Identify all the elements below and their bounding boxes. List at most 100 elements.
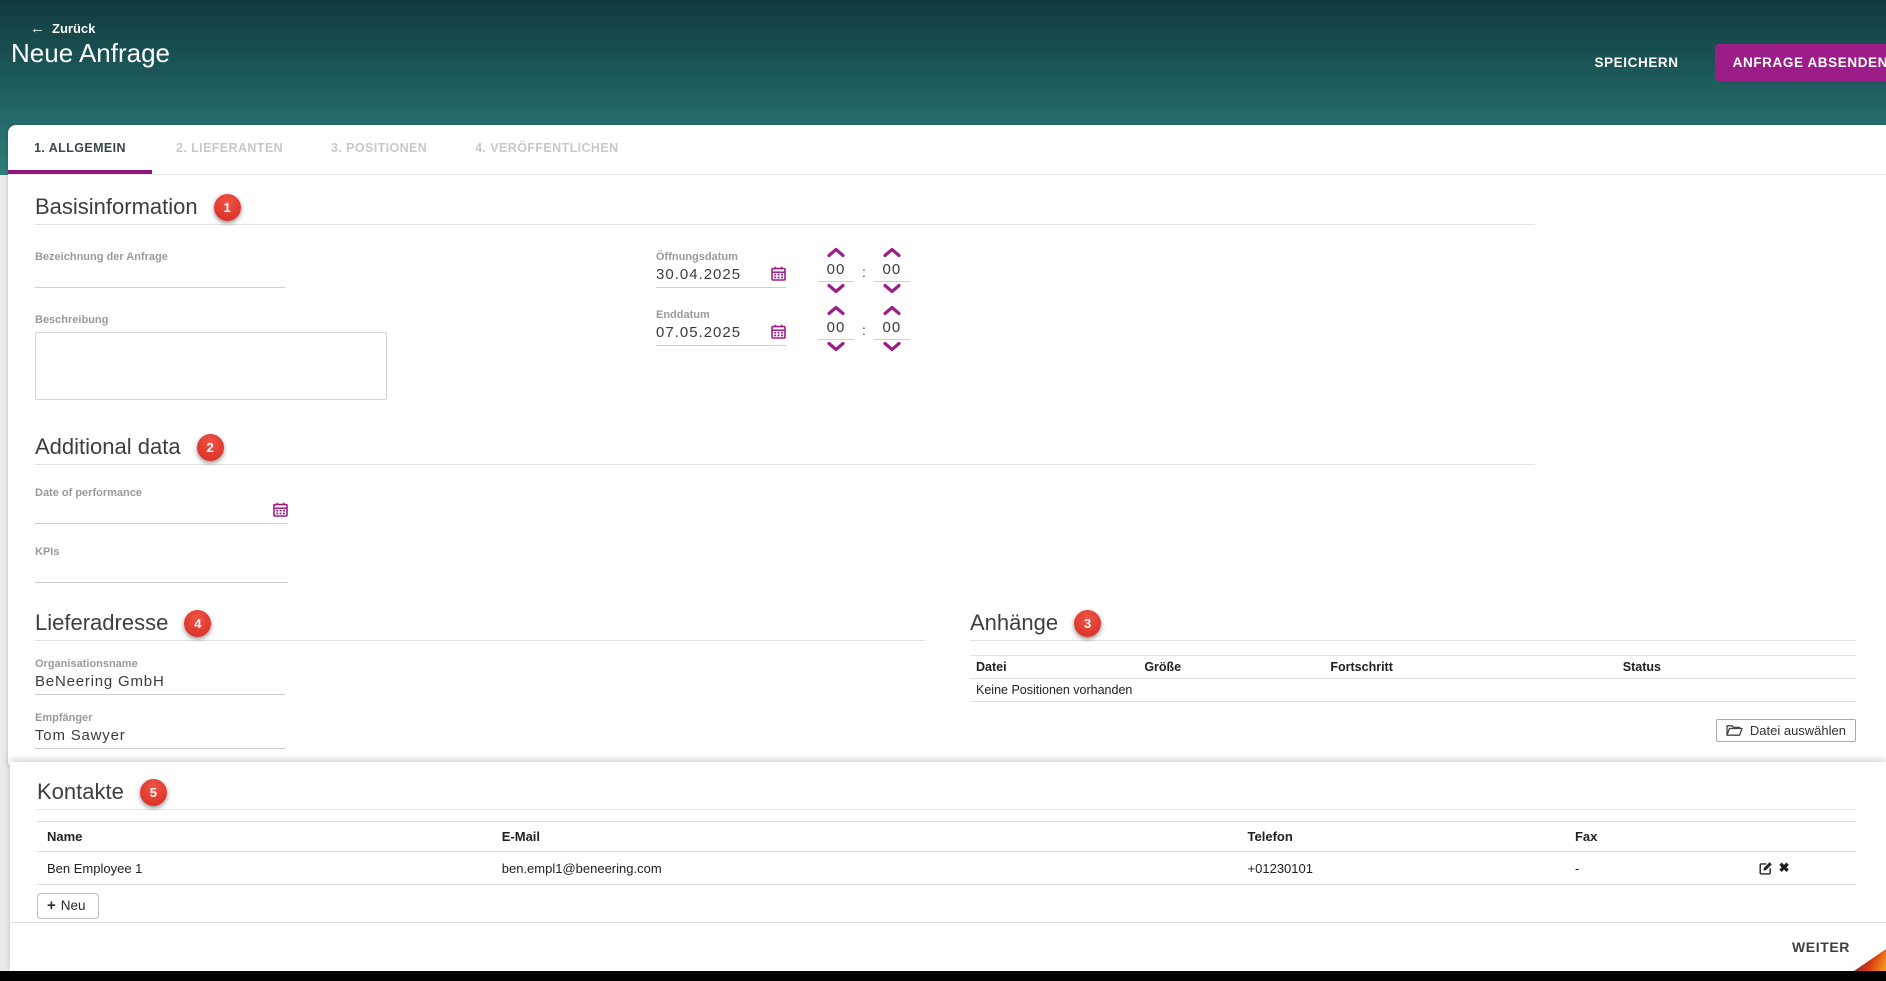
opening-minute-input[interactable]	[874, 259, 910, 282]
edit-contact-button[interactable]	[1759, 861, 1773, 875]
calendar-icon[interactable]	[273, 502, 288, 517]
section-title-basisinformation: Basisinformation	[35, 194, 198, 220]
tab-content: Basisinformation 1 Bezeichnung der Anfra…	[8, 175, 1886, 803]
section-title-additional-data: Additional data	[35, 434, 181, 460]
end-date-row: Enddatum	[656, 309, 912, 353]
opening-date-input[interactable]	[656, 263, 766, 284]
chevron-down-icon[interactable]	[882, 340, 902, 353]
tab-allgemein[interactable]: 1. ALLGEMEIN	[8, 125, 152, 174]
attachments-col-status: Status	[1617, 656, 1812, 679]
back-arrow-icon: ←	[30, 21, 45, 36]
date-of-performance-label: Date of performance	[35, 487, 288, 499]
section-divider	[35, 464, 1535, 465]
contacts-col-actions	[1692, 822, 1856, 852]
kpis-input[interactable]	[35, 558, 288, 583]
contact-name: Ben Employee 1	[37, 852, 492, 885]
contacts-col-telefon: Telefon	[1238, 822, 1565, 852]
end-hour-input[interactable]	[818, 317, 854, 340]
calendar-icon[interactable]	[771, 324, 786, 339]
section-title-anhaenge: Anhänge	[970, 610, 1058, 636]
choose-file-button[interactable]: Datei auswählen	[1716, 719, 1856, 742]
beschreibung-textarea[interactable]	[35, 332, 387, 400]
back-link[interactable]: ← Zurück	[30, 21, 95, 36]
header-actions: SPEICHERN ANFRAGE ABSENDEN	[1588, 44, 1886, 81]
end-minute-input[interactable]	[874, 317, 910, 340]
end-hour-stepper	[816, 304, 856, 353]
end-minute-stepper	[872, 304, 912, 353]
save-button[interactable]: SPEICHERN	[1588, 54, 1684, 71]
plus-icon: +	[47, 898, 56, 913]
time-colon: :	[862, 246, 866, 280]
attachments-col-actions	[1812, 656, 1856, 679]
page-title: Neue Anfrage	[11, 38, 170, 69]
submit-request-button[interactable]: ANFRAGE ABSENDEN	[1715, 44, 1886, 81]
section-divider	[35, 640, 925, 641]
step-badge-4: 4	[184, 610, 211, 637]
chevron-up-icon[interactable]	[882, 304, 902, 317]
date-of-performance-input[interactable]	[35, 499, 235, 520]
new-contact-label: Neu	[61, 898, 86, 913]
chevron-down-icon[interactable]	[826, 340, 846, 353]
chevron-up-icon[interactable]	[826, 246, 846, 259]
beschreibung-label: Beschreibung	[35, 314, 387, 326]
opening-date-row: Öffnungsdatum	[656, 251, 912, 295]
opening-hour-input[interactable]	[818, 259, 854, 282]
attachments-col-datei: Datei	[970, 656, 1138, 679]
contacts-table: Name E-Mail Telefon Fax Ben Employee 1 b…	[37, 821, 1856, 885]
contact-telefon: +01230101	[1238, 852, 1565, 885]
opening-hour-stepper	[816, 246, 856, 295]
contacts-col-fax: Fax	[1565, 822, 1692, 852]
contacts-col-name: Name	[37, 822, 492, 852]
section-title-kontakte: Kontakte	[37, 779, 124, 805]
wizard-footer: WEITER	[10, 922, 1886, 971]
new-contact-button[interactable]: + Neu	[37, 893, 99, 919]
chevron-down-icon[interactable]	[826, 282, 846, 295]
organisationsname-label: Organisationsname	[35, 658, 285, 670]
back-label: Zurück	[52, 21, 95, 36]
choose-file-label: Datei auswählen	[1750, 723, 1846, 738]
contact-fax: -	[1565, 852, 1692, 885]
contact-email: ben.empl1@beneering.com	[492, 852, 1238, 885]
attachments-empty-row: Keine Positionen vorhanden	[970, 679, 1856, 702]
kpis-label: KPIs	[35, 546, 288, 558]
attachments-empty-text: Keine Positionen vorhanden	[970, 679, 1856, 702]
organisationsname-input[interactable]	[35, 670, 285, 695]
attachments-col-fortschritt: Fortschritt	[1324, 656, 1616, 679]
opening-date-label: Öffnungsdatum	[656, 251, 786, 263]
section-basisinformation: Basisinformation 1 Bezeichnung der Anfra…	[35, 193, 1856, 405]
wizard-tabs: 1. ALLGEMEIN 2. LIEFERANTEN 3. POSITIONE…	[8, 125, 1886, 175]
chevron-down-icon[interactable]	[882, 282, 902, 295]
delete-contact-button[interactable]: ✖	[1779, 860, 1790, 876]
page: ← Zurück Neue Anfrage SPEICHERN ANFRAGE …	[0, 0, 1886, 981]
time-colon: :	[862, 304, 866, 338]
section-divider	[970, 640, 1856, 641]
main-card: 1. ALLGEMEIN 2. LIEFERANTEN 3. POSITIONE…	[8, 125, 1886, 765]
step-badge-1: 1	[214, 194, 241, 221]
attachments-col-groesse: Größe	[1138, 656, 1324, 679]
section-additional-data: Additional data 2 Date of performance KP…	[35, 433, 1856, 583]
step-badge-3: 3	[1074, 610, 1101, 637]
step-badge-2: 2	[197, 434, 224, 461]
section-anhaenge: Anhänge 3 Datei Größe Fortschritt Status	[970, 609, 1856, 742]
tab-lieferanten[interactable]: 2. LIEFERANTEN	[152, 125, 307, 174]
chevron-up-icon[interactable]	[826, 304, 846, 317]
delete-x-icon: ✖	[1779, 860, 1790, 876]
section-title-lieferadresse: Lieferadresse	[35, 610, 168, 636]
attachments-table: Datei Größe Fortschritt Status Keine Pos…	[970, 655, 1856, 702]
calendar-icon[interactable]	[771, 266, 786, 281]
tab-veroeffentlichen[interactable]: 4. VERÖFFENTLICHEN	[451, 125, 642, 174]
bezeichnung-label: Bezeichnung der Anfrage	[35, 251, 387, 263]
edit-pencil-icon	[1759, 861, 1773, 875]
tab-positionen[interactable]: 3. POSITIONEN	[307, 125, 451, 174]
contact-row: Ben Employee 1 ben.empl1@beneering.com +…	[37, 852, 1856, 885]
kontakte-panel: Kontakte 5 Name E-Mail Telefon Fax	[10, 762, 1886, 971]
bottom-black-bar	[0, 971, 1886, 981]
empfaenger-input[interactable]	[35, 724, 285, 749]
section-divider	[37, 809, 1856, 810]
chevron-up-icon[interactable]	[882, 246, 902, 259]
end-date-input[interactable]	[656, 321, 766, 342]
bezeichnung-input[interactable]	[35, 263, 285, 288]
weiter-button[interactable]: WEITER	[1786, 938, 1856, 956]
end-date-label: Enddatum	[656, 309, 786, 321]
folder-open-icon	[1726, 724, 1743, 737]
